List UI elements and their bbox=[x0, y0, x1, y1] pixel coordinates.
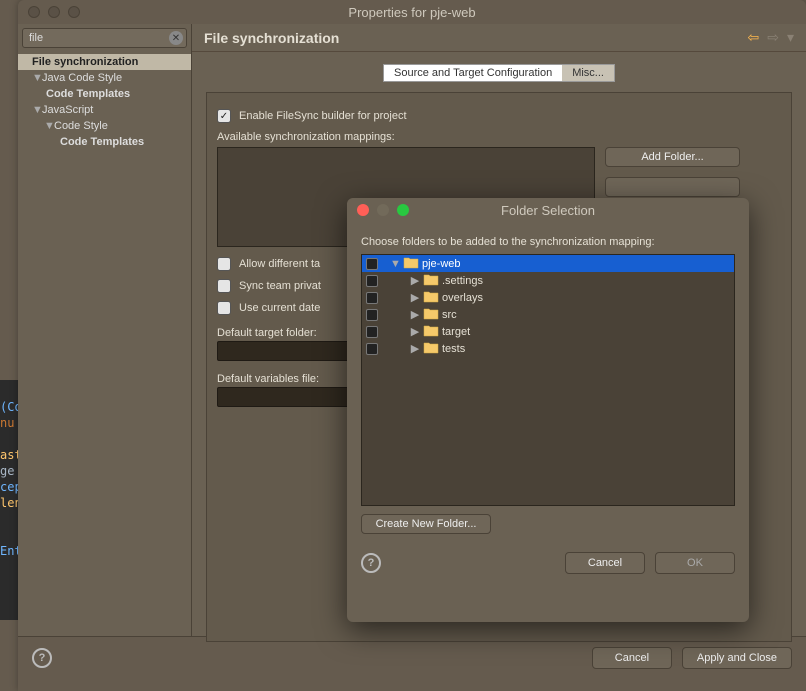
folder-name: .settings bbox=[442, 275, 483, 287]
chevron-right-icon[interactable]: ▶ bbox=[410, 342, 420, 355]
folder-tree-item[interactable]: ▼ pje-web bbox=[362, 255, 734, 272]
folder-checkbox[interactable] bbox=[366, 309, 378, 321]
folder-checkbox[interactable] bbox=[366, 326, 378, 338]
folder-icon bbox=[423, 341, 439, 357]
folder-selection-dialog: Folder Selection Choose folders to be ad… bbox=[347, 198, 749, 622]
editor-background: (Co nu ast ge cep len Ent bbox=[0, 380, 18, 620]
folder-icon bbox=[423, 273, 439, 289]
folder-icon bbox=[403, 256, 419, 272]
folder-name: src bbox=[442, 309, 457, 321]
allow-diff-checkbox[interactable] bbox=[217, 257, 231, 271]
apply-close-button[interactable]: Apply and Close bbox=[682, 647, 792, 669]
chevron-right-icon[interactable]: ▶ bbox=[410, 291, 420, 304]
folder-checkbox[interactable] bbox=[366, 292, 378, 304]
use-date-label: Use current date bbox=[239, 302, 320, 314]
chevron-right-icon[interactable]: ▶ bbox=[410, 325, 420, 338]
tab-source-target[interactable]: Source and Target Configuration bbox=[383, 64, 562, 82]
sync-team-label: Sync team privat bbox=[239, 280, 321, 292]
left-pane: ✕ File synchronization▼Java Code StyleCo… bbox=[18, 24, 192, 636]
folder-checkbox[interactable] bbox=[366, 343, 378, 355]
cancel-button[interactable]: Cancel bbox=[592, 647, 672, 669]
sync-team-checkbox[interactable] bbox=[217, 279, 231, 293]
chevron-right-icon[interactable]: ▶ bbox=[410, 274, 420, 287]
nav-tree-item[interactable]: Code Templates bbox=[18, 86, 191, 102]
titlebar: Properties for pje-web bbox=[18, 0, 806, 24]
folder-tree-item[interactable]: ▶ overlays bbox=[362, 289, 734, 306]
nav-menu-icon[interactable]: ▾ bbox=[787, 29, 794, 46]
folder-tree-item[interactable]: ▶ tests bbox=[362, 340, 734, 357]
nav-back-icon[interactable]: ⇦ bbox=[748, 29, 760, 46]
folder-checkbox[interactable] bbox=[366, 258, 378, 270]
dialog-help-icon[interactable]: ? bbox=[361, 553, 381, 573]
folder-tree-item[interactable]: ▶ src bbox=[362, 306, 734, 323]
nav-tree-item[interactable]: ▼Java Code Style bbox=[18, 70, 191, 86]
nav-tree-item[interactable]: File synchronization bbox=[18, 54, 191, 70]
folder-checkbox[interactable] bbox=[366, 275, 378, 287]
folder-name: target bbox=[442, 326, 470, 338]
folder-name: tests bbox=[442, 343, 465, 355]
tab-bar: Source and Target ConfigurationMisc... bbox=[192, 64, 806, 82]
help-icon[interactable]: ? bbox=[32, 648, 52, 668]
folder-tree[interactable]: ▼pje-web▶.settings▶overlays▶src▶target▶t… bbox=[361, 254, 735, 506]
nav-tree-item[interactable]: ▼JavaScript bbox=[18, 102, 191, 118]
enable-checkbox[interactable]: ✓ bbox=[217, 109, 231, 123]
enable-label: Enable FileSync builder for project bbox=[239, 110, 407, 122]
bottom-bar: ? Cancel Apply and Close bbox=[18, 636, 806, 678]
allow-diff-label: Allow different ta bbox=[239, 258, 320, 270]
dialog-prompt: Choose folders to be added to the synchr… bbox=[361, 236, 735, 248]
page-title: File synchronization bbox=[204, 30, 339, 46]
folder-name: pje-web bbox=[422, 258, 461, 270]
dialog-title: Folder Selection bbox=[347, 203, 749, 218]
available-label: Available synchronization mappings: bbox=[217, 131, 781, 143]
nav-forward-icon[interactable]: ⇨ bbox=[767, 29, 779, 46]
nav-tree[interactable]: File synchronization▼Java Code StyleCode… bbox=[18, 52, 191, 150]
folder-name: overlays bbox=[442, 292, 483, 304]
nav-tree-item[interactable]: Code Templates bbox=[18, 134, 191, 150]
folder-tree-item[interactable]: ▶ .settings bbox=[362, 272, 734, 289]
use-date-checkbox[interactable] bbox=[217, 301, 231, 315]
side-button-2[interactable] bbox=[605, 177, 740, 197]
clear-filter-icon[interactable]: ✕ bbox=[169, 31, 183, 45]
add-folder-button[interactable]: Add Folder... bbox=[605, 147, 740, 167]
folder-tree-item[interactable]: ▶ target bbox=[362, 323, 734, 340]
filter-input[interactable] bbox=[22, 28, 187, 48]
window-title: Properties for pje-web bbox=[18, 5, 806, 20]
tab-misc[interactable]: Misc... bbox=[562, 64, 615, 82]
chevron-down-icon[interactable]: ▼ bbox=[390, 258, 400, 270]
create-folder-button[interactable]: Create New Folder... bbox=[361, 514, 491, 534]
folder-icon bbox=[423, 307, 439, 323]
folder-icon bbox=[423, 324, 439, 340]
chevron-right-icon[interactable]: ▶ bbox=[410, 308, 420, 321]
nav-tree-item[interactable]: ▼Code Style bbox=[18, 118, 191, 134]
dialog-ok-button[interactable]: OK bbox=[655, 552, 735, 574]
folder-icon bbox=[423, 290, 439, 306]
dialog-cancel-button[interactable]: Cancel bbox=[565, 552, 645, 574]
